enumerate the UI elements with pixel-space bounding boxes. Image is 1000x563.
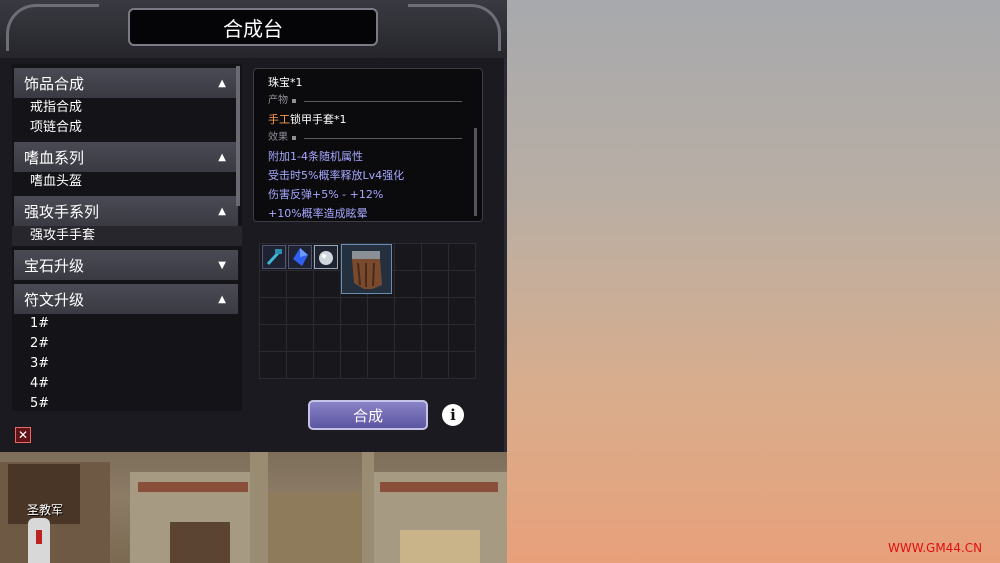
grid-cell[interactable] xyxy=(341,352,367,378)
category-label: 宝石升级 xyxy=(24,256,85,275)
category-label: 强攻手系列 xyxy=(24,202,100,221)
grid-cell[interactable] xyxy=(422,271,448,297)
grid-cell[interactable] xyxy=(314,325,340,351)
grid-cell[interactable] xyxy=(341,298,367,324)
grid-cell[interactable] xyxy=(341,325,367,351)
grid-cell[interactable] xyxy=(368,325,394,351)
grid-cell[interactable] xyxy=(314,298,340,324)
grid-cell[interactable] xyxy=(314,271,340,297)
product-name: 锁甲手套*1 xyxy=(290,113,347,126)
grid-cell[interactable] xyxy=(449,325,475,351)
stone-pillar xyxy=(250,452,268,563)
grid-cell[interactable] xyxy=(395,352,421,378)
grid-cell[interactable] xyxy=(368,352,394,378)
hammer-icon[interactable] xyxy=(262,245,286,269)
crusader-npc[interactable] xyxy=(28,518,50,563)
chainmail-glove-icon[interactable] xyxy=(341,244,392,294)
grid-cell[interactable] xyxy=(287,325,313,351)
grid-cell[interactable] xyxy=(287,298,313,324)
recipe-item[interactable]: 3# xyxy=(12,354,242,374)
grid-cell[interactable] xyxy=(260,352,286,378)
category-label: 饰品合成 xyxy=(24,74,85,93)
expand-arrow-icon[interactable]: ▼ xyxy=(218,260,226,271)
grid-cell[interactable] xyxy=(449,271,475,297)
product-prefix: 手工 xyxy=(268,113,290,126)
category-scrollbar[interactable] xyxy=(236,66,240,206)
grid-cell[interactable] xyxy=(422,244,448,270)
category-header[interactable]: 饰品合成 ▲ xyxy=(14,68,238,98)
recipe-item[interactable]: 4# xyxy=(12,374,242,394)
expand-arrow-icon[interactable]: ▲ xyxy=(218,206,226,217)
recipe-item[interactable]: 2# xyxy=(12,334,242,354)
grid-cell[interactable] xyxy=(287,352,313,378)
grid-cell[interactable] xyxy=(287,271,313,297)
title-bar: 合成台 xyxy=(0,0,507,58)
recipe-item[interactable]: 强攻手手套 xyxy=(12,226,242,246)
recipe-item[interactable]: 嗜血头盔 xyxy=(12,172,242,192)
category-header[interactable]: 强攻手系列 ▲ xyxy=(14,196,238,226)
craft-button[interactable]: 合成 xyxy=(308,400,428,430)
stone-pillar xyxy=(362,452,374,563)
category-header[interactable]: 嗜血系列 ▲ xyxy=(14,142,238,172)
crafting-panel: 合成台 饰品合成 ▲ 戒指合成 项链合成嗜血系列 ▲ 嗜血头盔强攻手系列 ▲ 强攻手手套宝石升… xyxy=(0,0,507,452)
category-label: 符文升级 xyxy=(24,290,85,309)
category-list[interactable]: 饰品合成 ▲ 戒指合成 项链合成嗜血系列 ▲ 嗜血头盔强攻手系列 ▲ 强攻手手套宝石升级 ▼ 符文… xyxy=(12,64,242,411)
grid-cell[interactable] xyxy=(422,352,448,378)
npc-name-label: 圣教军 xyxy=(27,503,64,517)
pearl-orb-icon[interactable] xyxy=(314,245,338,269)
grid-cell[interactable] xyxy=(422,298,448,324)
effect-header: 效果 xyxy=(268,129,468,147)
product-line: 手工锁甲手套*1 xyxy=(268,110,468,129)
grid-cell[interactable] xyxy=(395,298,421,324)
recipe-item[interactable]: 戒指合成 xyxy=(12,98,242,118)
grid-cell[interactable] xyxy=(395,244,421,270)
category-header[interactable]: 符文升级 ▲ xyxy=(14,284,238,314)
grid-cell[interactable] xyxy=(260,325,286,351)
effect-line: 伤害反弹+5% - +12% xyxy=(268,188,384,201)
grid-cell[interactable] xyxy=(449,352,475,378)
close-icon[interactable]: ✕ xyxy=(15,427,31,443)
info-icon[interactable]: i xyxy=(442,404,464,426)
watermark: WWW.GM44.CN xyxy=(888,541,983,555)
recipe-info-panel: 珠宝*1 产物 手工锁甲手套*1 效果 附加1-4条随机属性 受击时5%概率释放… xyxy=(253,68,483,222)
info-scrollbar[interactable] xyxy=(474,128,477,216)
awning xyxy=(138,482,248,492)
grid-cell[interactable] xyxy=(314,352,340,378)
category-header[interactable]: 宝石升级 ▼ xyxy=(14,250,238,280)
category-label: 嗜血系列 xyxy=(24,148,85,167)
material-line: 珠宝*1 xyxy=(268,76,303,89)
game-scene xyxy=(0,452,507,563)
effect-line: +10%概率造成眩晕 xyxy=(268,207,368,220)
grid-cell[interactable] xyxy=(395,271,421,297)
crate xyxy=(170,522,230,563)
expand-arrow-icon[interactable]: ▲ xyxy=(218,294,226,305)
grid-cell[interactable] xyxy=(422,325,448,351)
effect-line: 受击时5%概率释放Lv4强化 xyxy=(268,169,405,182)
awning xyxy=(380,482,498,492)
grid-cell[interactable] xyxy=(449,298,475,324)
grid-cell[interactable] xyxy=(449,244,475,270)
hay-bale xyxy=(400,530,480,563)
recipe-item[interactable]: 1# xyxy=(12,314,242,334)
window-title: 合成台 xyxy=(128,8,378,46)
ornament-right xyxy=(408,4,501,51)
effect-line: 附加1-4条随机属性 xyxy=(268,150,363,163)
expand-arrow-icon[interactable]: ▲ xyxy=(218,78,226,89)
courtyard xyxy=(268,492,363,563)
recipe-item[interactable]: 项链合成 xyxy=(12,118,242,138)
expand-arrow-icon[interactable]: ▲ xyxy=(218,152,226,163)
grid-cell[interactable] xyxy=(368,298,394,324)
ornament-left xyxy=(6,4,99,51)
grid-cell[interactable] xyxy=(260,298,286,324)
sapphire-gem-icon[interactable] xyxy=(288,245,312,269)
recipe-item[interactable]: 5# xyxy=(12,394,242,411)
product-header: 产物 xyxy=(268,92,468,110)
grid-cell[interactable] xyxy=(260,271,286,297)
grid-cell[interactable] xyxy=(395,325,421,351)
